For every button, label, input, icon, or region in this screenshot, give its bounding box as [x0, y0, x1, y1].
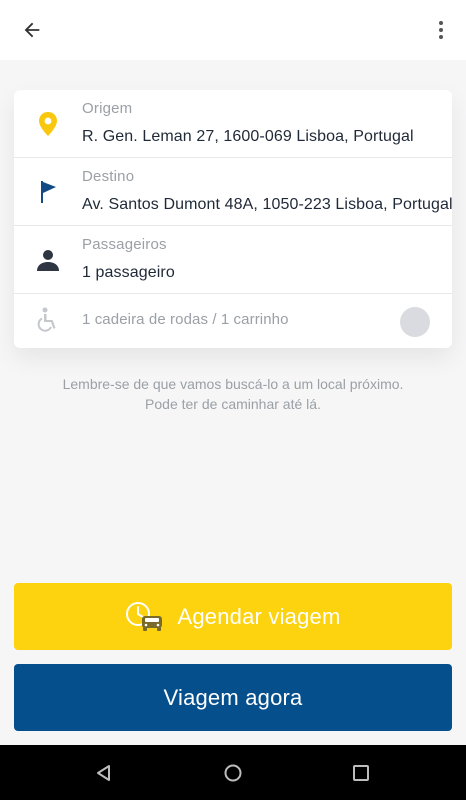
more-options-button[interactable] — [426, 12, 456, 48]
origin-field[interactable]: Origem R. Gen. Leman 27, 1600-069 Lisboa… — [14, 90, 452, 157]
wheelchair-option: 1 cadeira de rodas / 1 carrinho — [14, 294, 452, 348]
nav-back-triangle-icon — [97, 765, 110, 781]
destination-label: Destino — [82, 168, 135, 185]
nav-recents-square-icon — [353, 765, 369, 781]
passengers-label: Passageiros — [82, 236, 167, 253]
nav-recents-button[interactable] — [346, 758, 376, 788]
person-icon — [34, 246, 62, 274]
back-button[interactable] — [14, 12, 50, 48]
arrow-left-icon — [24, 22, 40, 38]
app-bar — [0, 0, 466, 60]
location-pin-icon — [34, 110, 62, 138]
wheelchair-toggle[interactable] — [400, 307, 430, 337]
schedule-trip-button[interactable]: Agendar viagem — [14, 583, 452, 650]
origin-label: Origem — [82, 100, 133, 117]
system-navigation-bar — [0, 745, 466, 800]
more-vertical-icon — [439, 21, 443, 39]
pickup-hint: Lembre-se de que vamos buscá-lo a um loc… — [14, 374, 452, 414]
hint-line-2: Pode ter de caminhar até lá. — [145, 396, 321, 412]
nav-back-button[interactable] — [89, 758, 119, 788]
wheelchair-icon — [34, 306, 62, 334]
wheelchair-text: 1 cadeira de rodas / 1 carrinho — [82, 311, 289, 328]
trip-details-card: Origem R. Gen. Leman 27, 1600-069 Lisboa… — [14, 90, 453, 348]
nav-home-button[interactable] — [218, 758, 248, 788]
passengers-field[interactable]: Passageiros 1 passageiro — [14, 226, 452, 293]
trip-now-label: Viagem agora — [163, 684, 303, 710]
flag-icon — [34, 178, 62, 206]
destination-address: Av. Santos Dumont 48A, 1050-223 Lisboa, … — [82, 196, 453, 213]
passengers-count: 1 passageiro — [82, 264, 175, 281]
origin-address: R. Gen. Leman 27, 1600-069 Lisboa, Portu… — [82, 128, 414, 145]
nav-home-circle-icon — [224, 764, 242, 782]
trip-now-button[interactable]: Viagem agora — [14, 664, 452, 731]
schedule-trip-label: Agendar viagem — [177, 603, 341, 629]
destination-field[interactable]: Destino Av. Santos Dumont 48A, 1050-223 … — [14, 158, 453, 225]
hint-line-1: Lembre-se de que vamos buscá-lo a um loc… — [62, 376, 404, 392]
clock-car-icon — [126, 601, 163, 631]
